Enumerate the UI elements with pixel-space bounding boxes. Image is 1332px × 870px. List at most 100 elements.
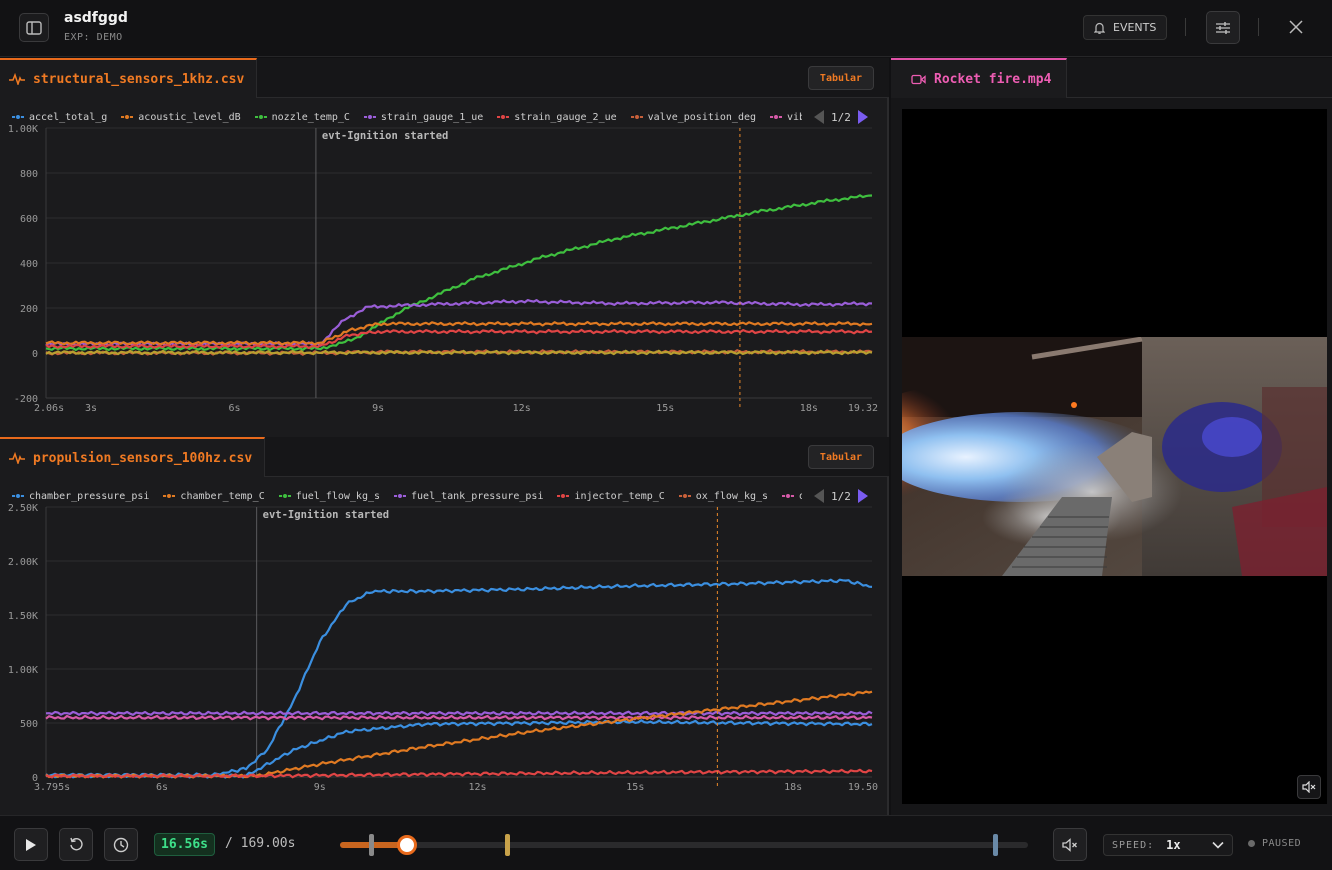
series-line xyxy=(45,714,873,721)
tabular-button[interactable]: Tabular xyxy=(808,66,874,90)
y-tick-label: 200 xyxy=(20,304,38,315)
x-tick-label: 12s xyxy=(513,403,531,414)
time-button[interactable] xyxy=(104,828,138,861)
legend-label: valve_position_deg xyxy=(647,111,757,123)
legend-marker xyxy=(497,113,510,121)
speed-select[interactable]: SPEED: 1x xyxy=(1103,834,1233,856)
timeline-marker[interactable] xyxy=(993,834,998,856)
activity-icon xyxy=(9,73,25,85)
legend-label: fuel_flow_kg_s xyxy=(295,490,381,502)
video-panel: Rocket fire.mp4 xyxy=(891,58,1332,815)
legend-marker xyxy=(394,492,407,500)
y-tick-label: 600 xyxy=(20,214,38,225)
tab-structural-sensors[interactable]: structural_sensors_1khz.csv xyxy=(0,58,258,98)
tabular-button[interactable]: Tabular xyxy=(808,445,874,469)
legend-label: strain_gauge_2_ue xyxy=(514,111,617,123)
series-line xyxy=(45,321,873,346)
legend-item[interactable]: chamber_pressure_psi xyxy=(12,491,149,502)
mute-icon xyxy=(1062,837,1077,852)
y-tick-label: 500 xyxy=(20,719,38,730)
x-tick-label: 18s xyxy=(800,403,818,414)
header: asdfggd EXP: DEMO EVENTS xyxy=(0,0,1332,57)
x-tick-label: 15s xyxy=(626,782,644,793)
tab-video[interactable]: Rocket fire.mp4 xyxy=(891,58,1067,98)
x-tick-label: 12s xyxy=(469,782,487,793)
tab-label: structural_sensors_1khz.csv xyxy=(33,71,245,87)
y-tick-label: 0 xyxy=(32,349,38,360)
video-tab-label: Rocket fire.mp4 xyxy=(934,71,1052,87)
series-line xyxy=(45,328,873,350)
x-tick-label: 3s xyxy=(85,403,97,414)
series-line xyxy=(45,710,873,716)
restart-button[interactable] xyxy=(59,828,93,861)
legend-item[interactable]: fuel_flow_kg_s xyxy=(278,490,381,502)
sidebar-icon xyxy=(26,20,42,35)
series-line xyxy=(45,578,873,778)
legend-item[interactable]: ox_flow_kg_s xyxy=(678,490,769,502)
timeline-thumb[interactable] xyxy=(397,835,418,855)
legend-marker xyxy=(630,113,643,121)
event-label: evt-Ignition started xyxy=(263,509,389,521)
clock-icon xyxy=(113,837,129,852)
legend-label: acoustic_level_dB xyxy=(138,111,241,123)
legend-item[interactable]: ox_tank_ xyxy=(782,491,802,502)
video-frame xyxy=(902,337,1327,576)
legend-label: nozzle_temp_C xyxy=(271,111,350,123)
x-tick-label: 6s xyxy=(229,403,241,414)
video-player[interactable] xyxy=(902,109,1327,804)
legend-label: chamber_temp_C xyxy=(180,490,265,502)
tab-propulsion-sensors[interactable]: propulsion_sensors_100hz.csv xyxy=(0,437,266,477)
current-time: 16.56s xyxy=(154,833,215,856)
timeline-marker[interactable] xyxy=(505,834,510,856)
restart-icon xyxy=(69,837,83,851)
legend-label: vibration_ xyxy=(787,111,802,123)
x-tick-label: 6s xyxy=(156,782,168,793)
sidebar-toggle-button[interactable] xyxy=(19,13,49,42)
video-camera-icon xyxy=(911,74,926,84)
legend-label: ox_flow_kg_s xyxy=(695,490,769,502)
status-label: PAUSED xyxy=(1262,838,1302,849)
timeline-slider[interactable] xyxy=(340,834,1028,856)
video-mute-button[interactable] xyxy=(1297,775,1321,799)
y-tick-label: 1.00K xyxy=(8,665,38,676)
series-line xyxy=(45,719,873,779)
legend-item[interactable]: strain_gauge_1_ue xyxy=(363,111,484,123)
legend-marker xyxy=(363,113,376,121)
x-tick-label: 19.50 xyxy=(848,782,878,793)
legend-item[interactable]: acoustic_level_dB xyxy=(121,111,241,123)
mute-button[interactable] xyxy=(1053,828,1087,861)
structural-chart[interactable]: 1.00K8006004002000-2002.06s 3s 6s 9s 12s 15s 1… xyxy=(0,122,889,416)
timeline-marker[interactable] xyxy=(369,834,374,856)
series-line xyxy=(45,690,873,779)
legend-item[interactable]: accel_total_g xyxy=(12,112,107,123)
legend-item[interactable]: injector_temp_C xyxy=(557,491,665,502)
legend-marker xyxy=(678,492,691,500)
legend-item[interactable]: nozzle_temp_C xyxy=(254,111,350,123)
x-tick-label: 9s xyxy=(314,782,326,793)
status-dot xyxy=(1248,840,1255,847)
legend-item[interactable]: vibration_ xyxy=(770,112,802,123)
legend-marker xyxy=(163,492,176,500)
legend-marker xyxy=(782,492,795,500)
structural-panel: structural_sensors_1khz.csv Tabular acce… xyxy=(0,58,889,436)
close-button[interactable] xyxy=(1284,15,1308,39)
settings-button[interactable] xyxy=(1206,11,1240,44)
play-button[interactable] xyxy=(14,828,48,861)
events-button[interactable]: EVENTS xyxy=(1083,15,1167,40)
legend-item[interactable]: fuel_tank_pressure_psi xyxy=(394,491,543,502)
sliders-icon xyxy=(1216,21,1230,34)
legend-marker xyxy=(121,113,134,121)
tab-bar: structural_sensors_1khz.csv Tabular xyxy=(0,58,889,98)
legend-item[interactable]: valve_position_deg xyxy=(630,111,757,123)
legend-marker xyxy=(770,113,783,121)
legend-marker xyxy=(278,492,291,500)
propulsion-chart[interactable]: 2.50K2.00K1.50K1.00K50003.795s 6s 9s 12s 15s… xyxy=(0,501,889,797)
legend-label: chamber_pressure_psi xyxy=(29,490,150,502)
video-tab-bar: Rocket fire.mp4 xyxy=(891,58,1332,98)
x-tick-label: 15s xyxy=(656,403,674,414)
legend-label: strain_gauge_1_ue xyxy=(380,111,484,123)
legend-item[interactable]: chamber_temp_C xyxy=(163,490,265,502)
playback-status: PAUSED xyxy=(1248,838,1301,849)
y-tick-label: 1.00K xyxy=(8,124,38,135)
legend-item[interactable]: strain_gauge_2_ue xyxy=(497,111,617,123)
